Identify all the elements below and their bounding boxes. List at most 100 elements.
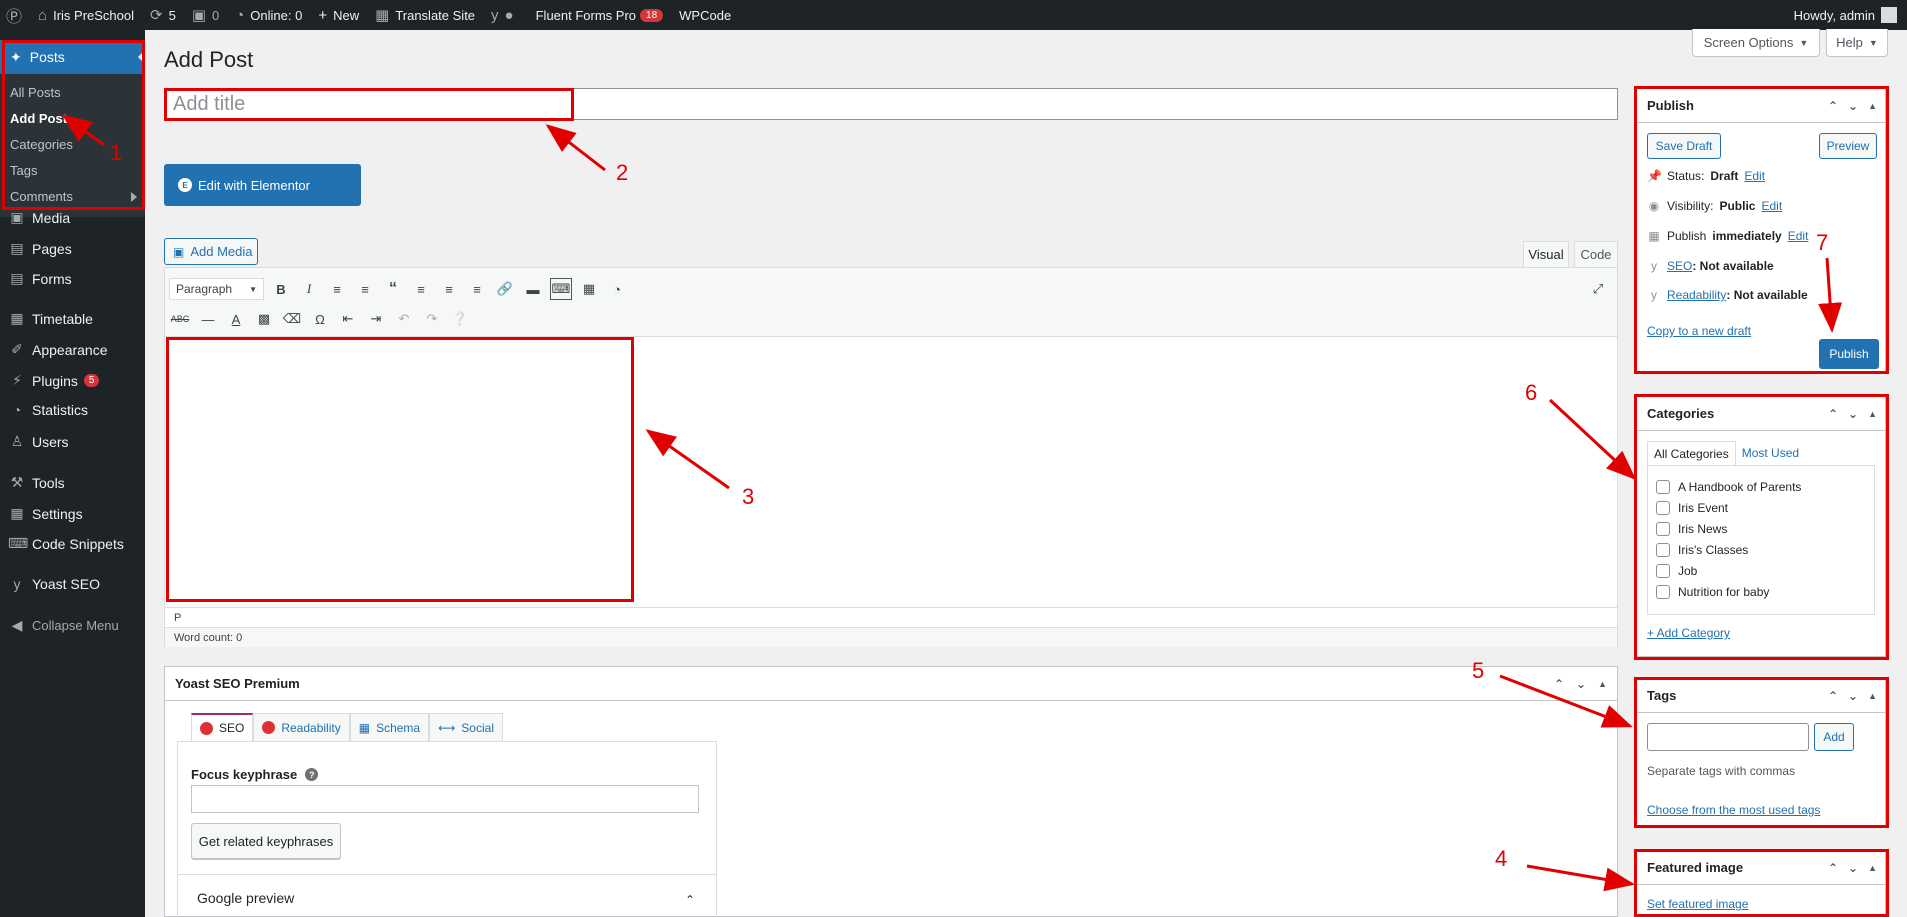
edit-visibility-link[interactable]: Edit: [1761, 199, 1782, 213]
category-item[interactable]: Nutrition for baby: [1648, 581, 1874, 602]
help-icon[interactable]: ❔: [449, 308, 471, 330]
tab-most-used[interactable]: Most Used: [1736, 441, 1805, 465]
menu-posts[interactable]: ✦ Posts: [0, 40, 145, 74]
menu-pages[interactable]: ▤ Pages: [0, 240, 71, 257]
chevron-down-icon[interactable]: ⌄: [1848, 99, 1858, 113]
screen-options-button[interactable]: Screen Options ▼: [1692, 29, 1820, 57]
tab-code[interactable]: Code: [1574, 241, 1618, 267]
chevron-up-icon[interactable]: ⌃: [1828, 689, 1838, 703]
category-checkbox[interactable]: [1656, 584, 1670, 599]
menu-code-snippets[interactable]: ⌨ Code Snippets: [0, 535, 124, 552]
chevron-down-icon[interactable]: ⌄: [1848, 861, 1858, 875]
choose-most-used-tags-link[interactable]: Choose from the most used tags: [1647, 803, 1820, 817]
category-checkbox[interactable]: [1656, 542, 1670, 557]
tab-all-categories[interactable]: All Categories: [1647, 441, 1736, 465]
menu-forms[interactable]: ▤ Forms: [0, 270, 71, 287]
menu-timetable[interactable]: ▦ Timetable: [0, 310, 93, 327]
menu-tools[interactable]: ⚒ Tools: [0, 474, 65, 491]
yoast-tab-social[interactable]: ⟷ Social: [429, 713, 503, 741]
post-title-input[interactable]: Add title: [164, 88, 1618, 120]
category-item[interactable]: A Handbook of Parents: [1648, 476, 1874, 497]
italic-icon[interactable]: I: [298, 278, 320, 300]
outdent-icon[interactable]: ⇤: [337, 308, 359, 330]
category-checkbox[interactable]: [1656, 521, 1670, 536]
help-icon[interactable]: ?: [305, 768, 319, 781]
new-content-link[interactable]: + New: [310, 0, 367, 30]
link-icon[interactable]: 🔗: [494, 278, 516, 300]
yoast-tab-readability[interactable]: Readability: [253, 713, 350, 741]
align-center-icon[interactable]: ≡: [438, 278, 460, 300]
chevron-up-icon[interactable]: ⌃: [1828, 99, 1838, 113]
paste-text-icon[interactable]: ▩: [253, 308, 275, 330]
site-name-link[interactable]: ⌂ Iris PreSchool: [30, 0, 142, 30]
yoast-tab-seo[interactable]: SEO: [191, 713, 254, 741]
align-left-icon[interactable]: ≡: [410, 278, 432, 300]
align-right-icon[interactable]: ≡: [466, 278, 488, 300]
chevron-up-icon[interactable]: ⌃: [1554, 677, 1564, 691]
toggle-panel-icon[interactable]: ▲: [1868, 409, 1877, 419]
special-character-icon[interactable]: Ω: [309, 308, 331, 330]
numbered-list-icon[interactable]: ≡: [354, 278, 376, 300]
wpcode-link[interactable]: WPCode: [671, 0, 739, 30]
toggle-panel-icon[interactable]: ▲: [1868, 863, 1877, 873]
toolbar-toggle-icon[interactable]: ⌨: [550, 278, 572, 300]
horizontal-line-icon[interactable]: —: [197, 308, 219, 330]
chevron-up-icon[interactable]: ⌃: [1828, 407, 1838, 421]
online-indicator[interactable]: ◔ Online: 0: [227, 0, 310, 30]
publish-button[interactable]: Publish: [1819, 339, 1879, 369]
chevron-down-icon[interactable]: ⌄: [1576, 677, 1586, 691]
help-button[interactable]: Help ▼: [1826, 29, 1888, 57]
yoast-tab-schema[interactable]: ▦ Schema: [349, 713, 430, 741]
fullscreen-icon[interactable]: ⤢: [1587, 278, 1609, 300]
tab-visual[interactable]: Visual: [1523, 241, 1569, 267]
clear-formatting-icon[interactable]: ⌫: [281, 308, 303, 330]
menu-settings[interactable]: ▦ Settings: [0, 505, 82, 522]
submenu-categories[interactable]: Categories: [0, 131, 145, 157]
bullet-list-icon[interactable]: ≡: [326, 278, 348, 300]
blockquote-icon[interactable]: “: [382, 278, 404, 300]
edit-schedule-link[interactable]: Edit: [1788, 229, 1809, 243]
category-item[interactable]: Iris News: [1648, 518, 1874, 539]
menu-yoast-seo[interactable]: y Yoast SEO: [0, 576, 100, 592]
chart-icon[interactable]: ◔: [606, 278, 628, 300]
text-color-icon[interactable]: A: [225, 308, 247, 330]
set-featured-image-link[interactable]: Set featured image: [1647, 897, 1748, 911]
add-tag-button[interactable]: Add: [1814, 723, 1854, 751]
submenu-add-post[interactable]: Add Post: [0, 105, 145, 131]
calendar-icon[interactable]: ▦: [578, 278, 600, 300]
editor-content-area[interactable]: [165, 337, 1617, 607]
updates-link[interactable]: ⟳ 5: [142, 0, 184, 30]
account-menu[interactable]: Howdy, admin: [1794, 7, 1907, 23]
category-checkbox[interactable]: [1656, 479, 1670, 494]
category-item[interactable]: Iris Event: [1648, 497, 1874, 518]
chevron-down-icon[interactable]: ⌄: [1848, 689, 1858, 703]
readability-link[interactable]: Readability: [1667, 288, 1726, 302]
google-preview-toggle[interactable]: Google preview ⌃: [177, 874, 717, 917]
submenu-comments[interactable]: Comments: [0, 183, 145, 209]
chevron-down-icon[interactable]: ⌄: [1848, 407, 1858, 421]
redo-icon[interactable]: ↷: [421, 308, 443, 330]
copy-to-draft-link[interactable]: Copy to a new draft: [1647, 324, 1751, 338]
seo-link[interactable]: SEO: [1667, 259, 1692, 273]
edit-status-link[interactable]: Edit: [1744, 169, 1765, 183]
add-media-button[interactable]: ▣ Add Media: [164, 238, 258, 265]
yoast-adminbar-icon[interactable]: y ●: [483, 0, 528, 30]
save-draft-button[interactable]: Save Draft: [1647, 133, 1721, 159]
read-more-icon[interactable]: ▬: [522, 278, 544, 300]
category-checkbox[interactable]: [1656, 563, 1670, 578]
indent-icon[interactable]: ⇥: [365, 308, 387, 330]
strikethrough-icon[interactable]: ABC: [169, 308, 191, 330]
fluent-forms-link[interactable]: Fluent Forms Pro 18: [528, 0, 672, 30]
preview-button[interactable]: Preview: [1819, 133, 1877, 159]
wordpress-logo-icon[interactable]: Ⓟ: [0, 0, 30, 30]
toggle-panel-icon[interactable]: ▲: [1868, 101, 1877, 111]
menu-statistics[interactable]: ◔ Statistics: [0, 402, 88, 418]
comments-link[interactable]: ▣ 0: [184, 0, 227, 30]
get-related-keyphrases-button[interactable]: Get related keyphrases: [191, 823, 341, 859]
collapse-menu-button[interactable]: ◀ Collapse Menu: [0, 617, 119, 634]
bold-icon[interactable]: B: [270, 278, 292, 300]
translate-site-link[interactable]: ▦ Translate Site: [367, 0, 483, 30]
tags-input[interactable]: [1647, 723, 1809, 751]
chevron-up-icon[interactable]: ⌃: [1828, 861, 1838, 875]
category-item[interactable]: Iris's Classes: [1648, 539, 1874, 560]
